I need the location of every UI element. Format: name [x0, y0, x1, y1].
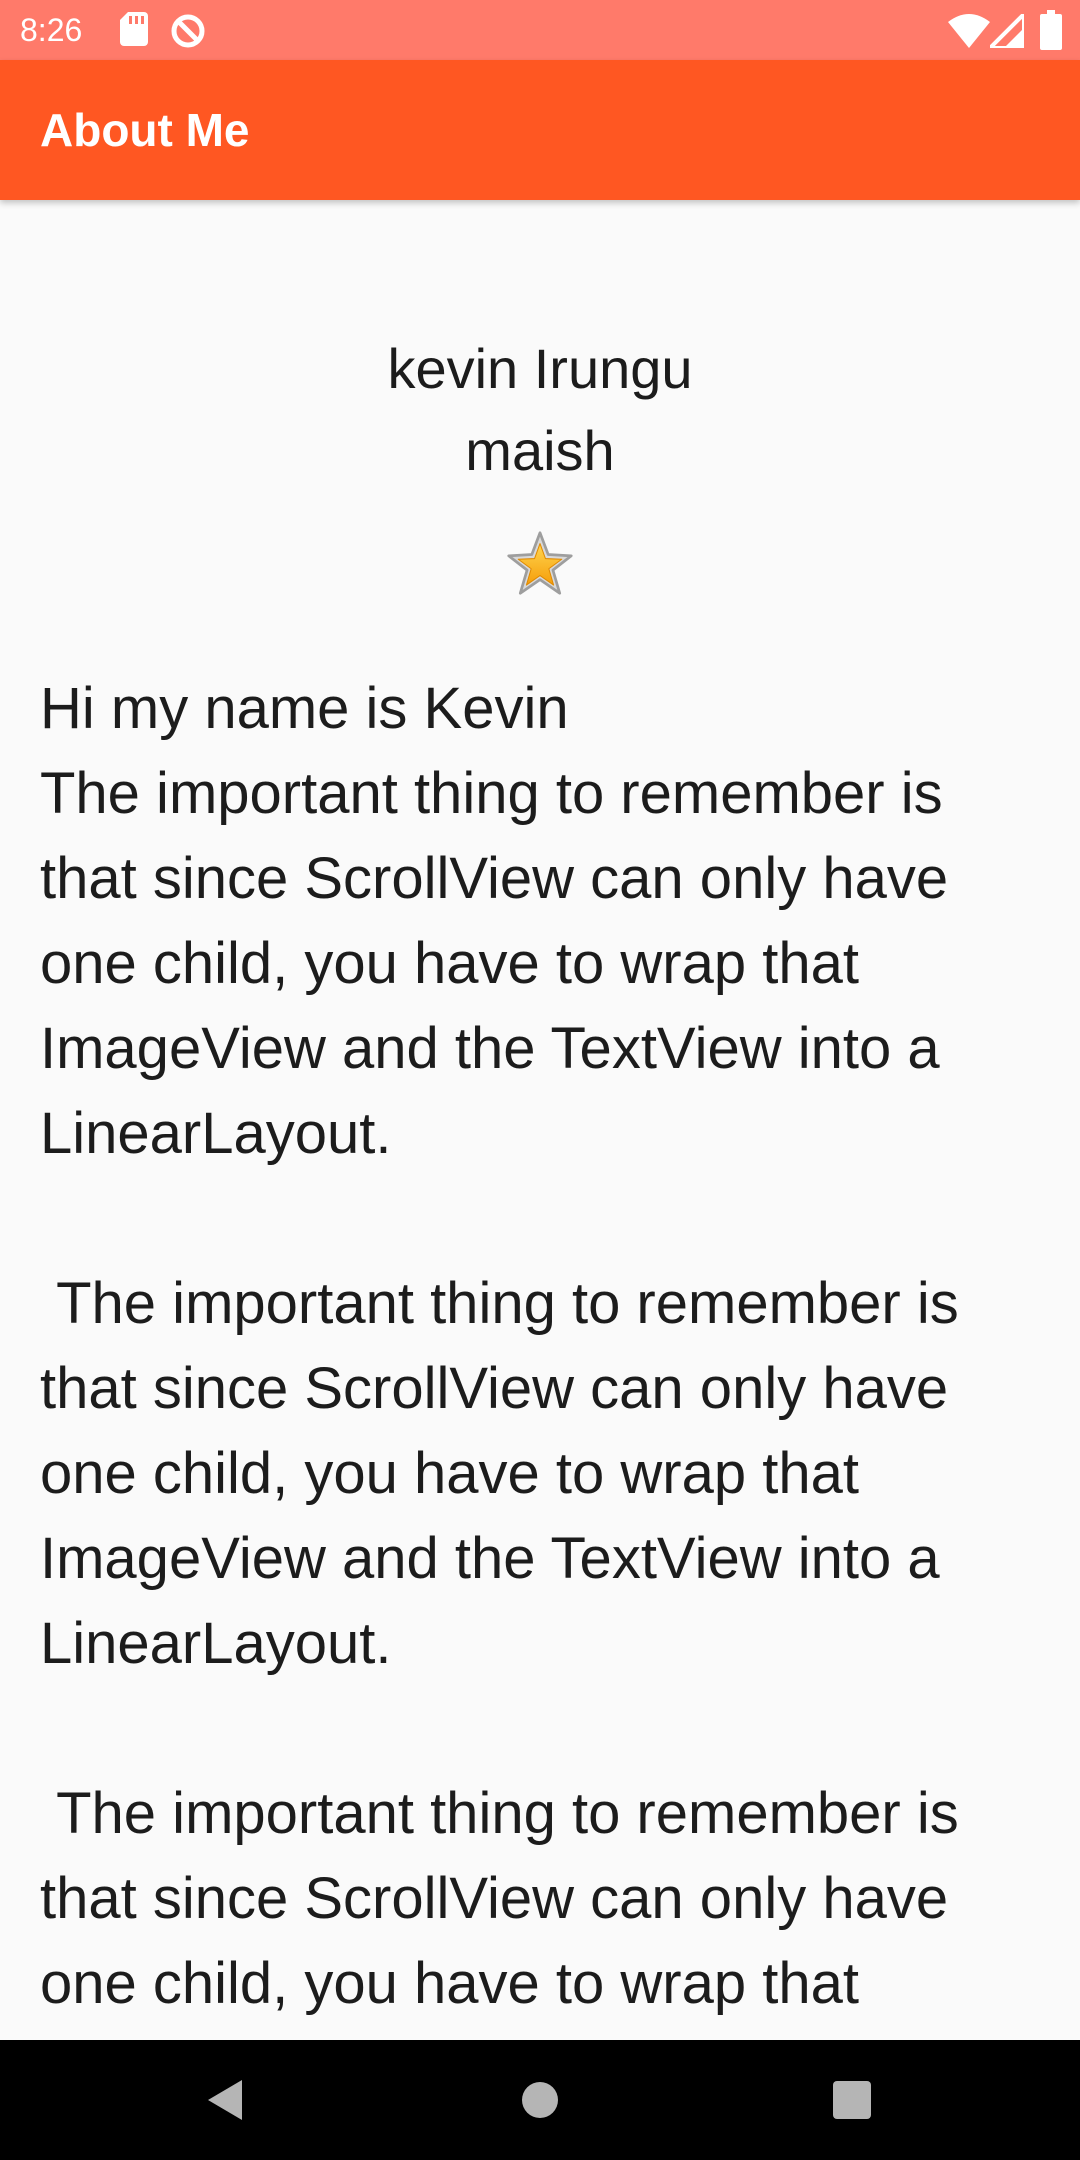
- wifi-icon: [948, 14, 990, 48]
- star-icon: [507, 531, 573, 595]
- status-bar: 8:26: [0, 0, 1080, 60]
- data-saver-icon: [171, 14, 205, 48]
- status-time: 8:26: [20, 12, 83, 48]
- back-icon[interactable]: [196, 2070, 256, 2130]
- profile-name: kevin Irungu: [387, 337, 693, 400]
- battery-icon: [1040, 10, 1062, 50]
- profile-nickname: maish: [465, 419, 615, 482]
- bio-text: Hi my name is Kevin The important thing …: [40, 676, 959, 2040]
- app-bar-title: About Me: [40, 104, 250, 156]
- about-me-screen: 8:26 About Me kevin Irungu maish Hi my n…: [0, 0, 1080, 2160]
- navigation-bar: [0, 2040, 1080, 2160]
- recents-icon[interactable]: [822, 2070, 882, 2130]
- signal-icon: [990, 14, 1024, 48]
- home-icon[interactable]: [510, 2070, 570, 2130]
- sd-card-icon: [120, 12, 148, 46]
- profile-name-block: kevin Irungu maish: [0, 328, 1080, 492]
- app-bar: About Me: [0, 60, 1080, 200]
- scroll-view[interactable]: kevin Irungu maish Hi my name is Kevin T…: [0, 200, 1080, 2040]
